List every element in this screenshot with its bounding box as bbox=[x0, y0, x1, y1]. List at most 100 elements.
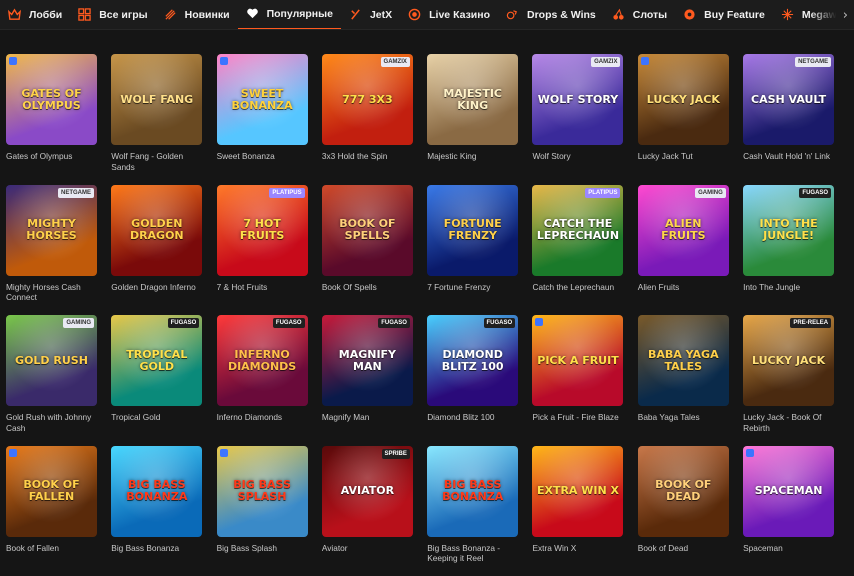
game-title[interactable]: Baba Yaga Tales bbox=[638, 412, 729, 423]
game-thumbnail[interactable]: 7 Hot FruitsPlatipus bbox=[217, 185, 308, 276]
game-title[interactable]: Inferno Diamonds bbox=[217, 412, 308, 423]
nav-item-0[interactable]: Лобби bbox=[0, 0, 70, 30]
game-thumbnail[interactable]: Gold RushGAMING bbox=[6, 315, 97, 406]
game-tile[interactable]: Into the Jungle!FUGASO Into The Jungle bbox=[743, 185, 834, 316]
game-title[interactable]: Tropical Gold bbox=[111, 412, 202, 423]
nav-item-4[interactable]: JetX bbox=[341, 0, 400, 30]
nav-item-8[interactable]: Buy Feature bbox=[675, 0, 773, 30]
game-title[interactable]: Big Bass Bonanza bbox=[111, 543, 202, 554]
game-title[interactable]: Book of Fallen bbox=[6, 543, 97, 554]
game-title[interactable]: Mighty Horses Cash Connect bbox=[6, 282, 97, 303]
game-title[interactable]: Golden Dragon Inferno bbox=[111, 282, 202, 293]
game-title[interactable]: Sweet Bonanza bbox=[217, 151, 308, 162]
game-tile[interactable]: Wolf Fang Wolf Fang - Golden Sands bbox=[111, 54, 202, 185]
game-title[interactable]: Gold Rush with Johnny Cash bbox=[6, 412, 97, 433]
game-tile[interactable]: Book of Spells Book Of Spells bbox=[322, 185, 413, 316]
game-tile[interactable]: Book of Fallen Book of Fallen bbox=[6, 446, 97, 576]
game-thumbnail[interactable]: Fortune Frenzy bbox=[427, 185, 518, 276]
game-tile[interactable]: Big Bass Bonanza Big Bass Bonanza bbox=[111, 446, 202, 576]
game-thumbnail[interactable]: Book of Dead bbox=[638, 446, 729, 537]
game-tile[interactable]: Lucky Jack Lucky Jack Tut bbox=[638, 54, 729, 185]
game-tile[interactable]: Big Bass Splash Big Bass Splash bbox=[217, 446, 308, 576]
game-thumbnail[interactable]: AviatorSPRIBE bbox=[322, 446, 413, 537]
game-title[interactable]: Wolf Fang - Golden Sands bbox=[111, 151, 202, 172]
game-tile[interactable]: Cash VaultNETGAME Cash Vault Hold 'n' Lin… bbox=[743, 54, 834, 185]
game-thumbnail[interactable]: Big Bass Bonanza bbox=[427, 446, 518, 537]
game-thumbnail[interactable]: Book of Fallen bbox=[6, 446, 97, 537]
game-title[interactable]: Aviator bbox=[322, 543, 413, 554]
game-title[interactable]: Cash Vault Hold 'n' Link bbox=[743, 151, 834, 162]
game-title[interactable]: Book of Dead bbox=[638, 543, 729, 554]
game-thumbnail[interactable]: Inferno DiamondsFUGASO bbox=[217, 315, 308, 406]
game-thumbnail[interactable]: Mighty HorsesNETGAME bbox=[6, 185, 97, 276]
game-thumbnail[interactable]: Big Bass Bonanza bbox=[111, 446, 202, 537]
game-tile[interactable]: Magnify ManFUGASO Magnify Man bbox=[322, 315, 413, 446]
game-thumbnail[interactable]: Lucky Jack bbox=[638, 54, 729, 145]
game-tile[interactable]: Gold RushGAMING Gold Rush with Johnny Cas… bbox=[6, 315, 97, 446]
game-thumbnail[interactable]: Majestic King bbox=[427, 54, 518, 145]
game-tile[interactable]: Diamond Blitz 100FUGASO Diamond Blitz 100 bbox=[427, 315, 518, 446]
nav-item-1[interactable]: Все игры bbox=[70, 0, 155, 30]
game-title[interactable]: Wolf Story bbox=[532, 151, 623, 162]
nav-item-6[interactable]: Drops & Wins bbox=[498, 0, 604, 30]
nav-item-5[interactable]: Live Казино bbox=[400, 0, 498, 30]
game-title[interactable]: Extra Win X bbox=[532, 543, 623, 554]
game-thumbnail[interactable]: Diamond Blitz 100FUGASO bbox=[427, 315, 518, 406]
game-thumbnail[interactable]: Alien FruitsGAMING bbox=[638, 185, 729, 276]
game-thumbnail[interactable]: Lucky JackPre-Relea bbox=[743, 315, 834, 406]
game-tile[interactable]: Tropical GoldFUGASO Tropical Gold bbox=[111, 315, 202, 446]
game-thumbnail[interactable]: Golden Dragon bbox=[111, 185, 202, 276]
game-title[interactable]: Majestic King bbox=[427, 151, 518, 162]
game-thumbnail[interactable]: Pick a Fruit bbox=[532, 315, 623, 406]
game-title[interactable]: Spaceman bbox=[743, 543, 834, 554]
game-tile[interactable]: Pick a Fruit Pick a Fruit - Fire Blaze bbox=[532, 315, 623, 446]
game-tile[interactable]: Inferno DiamondsFUGASO Inferno Diamonds bbox=[217, 315, 308, 446]
game-title[interactable]: Big Bass Bonanza - Keeping it Reel bbox=[427, 543, 518, 564]
game-thumbnail[interactable]: Big Bass Splash bbox=[217, 446, 308, 537]
game-thumbnail[interactable]: Gates of Olympus bbox=[6, 54, 97, 145]
game-title[interactable]: Into The Jungle bbox=[743, 282, 834, 293]
game-thumbnail[interactable]: Into the Jungle!FUGASO bbox=[743, 185, 834, 276]
game-title[interactable]: Book Of Spells bbox=[322, 282, 413, 293]
game-tile[interactable]: Catch the LeprechaunPlatipus Catch the Le… bbox=[532, 185, 623, 316]
game-tile[interactable]: SpacemanSpaceman bbox=[743, 446, 834, 576]
game-thumbnail[interactable]: Wolf StoryGAMZIX bbox=[532, 54, 623, 145]
game-tile[interactable]: Majestic King Majestic King bbox=[427, 54, 518, 185]
game-thumbnail[interactable]: Tropical GoldFUGASO bbox=[111, 315, 202, 406]
game-tile[interactable]: Golden Dragon Golden Dragon Inferno bbox=[111, 185, 202, 316]
game-thumbnail[interactable]: Catch the LeprechaunPlatipus bbox=[532, 185, 623, 276]
game-title[interactable]: Gates of Olympus bbox=[6, 151, 97, 162]
game-tile[interactable]: Wolf StoryGAMZIX Wolf Story bbox=[532, 54, 623, 185]
game-tile[interactable]: Alien FruitsGAMINGAlien Fruits bbox=[638, 185, 729, 316]
game-tile[interactable]: Mighty HorsesNETGAME Mighty Horses Cash C… bbox=[6, 185, 97, 316]
game-title[interactable]: Big Bass Splash bbox=[217, 543, 308, 554]
game-tile[interactable]: Gates of Olympus Gates of Olympus bbox=[6, 54, 97, 185]
game-tile[interactable]: Baba Yaga Tales Baba Yaga Tales bbox=[638, 315, 729, 446]
nav-item-7[interactable]: Слоты bbox=[604, 0, 675, 30]
game-thumbnail[interactable]: Book of Spells bbox=[322, 185, 413, 276]
game-thumbnail[interactable]: Magnify ManFUGASO bbox=[322, 315, 413, 406]
game-title[interactable]: 7 & Hot Fruits bbox=[217, 282, 308, 293]
game-title[interactable]: Catch the Leprechaun bbox=[532, 282, 623, 293]
nav-item-3[interactable]: Популярные bbox=[238, 0, 341, 30]
game-title[interactable]: Pick a Fruit - Fire Blaze bbox=[532, 412, 623, 423]
nav-item-2[interactable]: Новинки bbox=[156, 0, 238, 30]
game-thumbnail[interactable]: Baba Yaga Tales bbox=[638, 315, 729, 406]
game-title[interactable]: Lucky Jack - Book Of Rebirth bbox=[743, 412, 834, 433]
game-title[interactable]: 7 Fortune Frenzy bbox=[427, 282, 518, 293]
game-title[interactable]: Diamond Blitz 100 bbox=[427, 412, 518, 423]
game-tile[interactable]: Fortune Frenzy 7 Fortune Frenzy bbox=[427, 185, 518, 316]
game-tile[interactable]: 7 Hot FruitsPlatipus 7 & Hot Fruits bbox=[217, 185, 308, 316]
game-thumbnail[interactable]: Extra Win X bbox=[532, 446, 623, 537]
game-tile[interactable]: Lucky JackPre-Relea Lucky Jack - Book Of … bbox=[743, 315, 834, 446]
game-tile[interactable]: Big Bass Bonanza Big Bass Bonanza - Keepi… bbox=[427, 446, 518, 576]
game-thumbnail[interactable]: Cash VaultNETGAME bbox=[743, 54, 834, 145]
game-thumbnail[interactable]: 777 3x3GAMZIX bbox=[322, 54, 413, 145]
game-title[interactable]: Magnify Man bbox=[322, 412, 413, 423]
game-tile[interactable]: Book of Dead Book of Dead bbox=[638, 446, 729, 576]
game-title[interactable]: 3x3 Hold the Spin bbox=[322, 151, 413, 162]
game-tile[interactable]: 777 3x3GAMZIX 3x3 Hold the Spin bbox=[322, 54, 413, 185]
game-tile[interactable]: AviatorSPRIBE Aviator bbox=[322, 446, 413, 576]
game-title[interactable]: Lucky Jack Tut bbox=[638, 151, 729, 162]
game-thumbnail[interactable]: Wolf Fang bbox=[111, 54, 202, 145]
